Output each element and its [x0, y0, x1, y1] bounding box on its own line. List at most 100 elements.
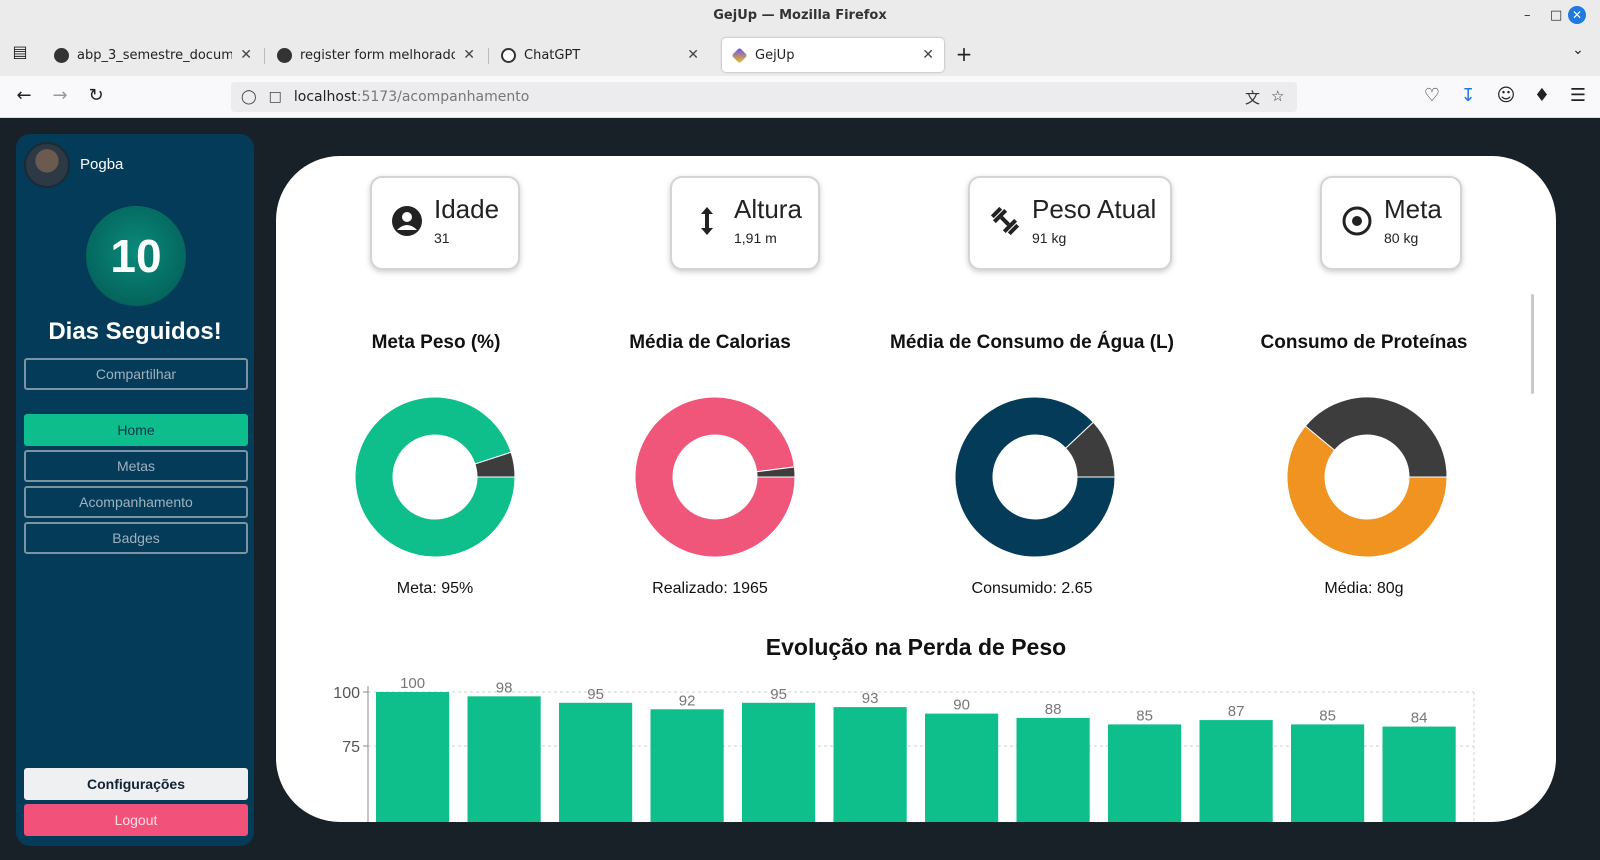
bar[interactable]: [742, 702, 816, 822]
bar-value-label: 93: [862, 690, 879, 707]
tab-list-icon[interactable]: ▤: [8, 42, 32, 61]
settings-button[interactable]: Configurações: [24, 768, 248, 800]
close-tab-icon[interactable]: ✕: [463, 47, 475, 63]
bar[interactable]: [1108, 724, 1182, 822]
height-arrow-icon: [701, 207, 713, 235]
url-bar[interactable]: ◯ □ localhost:5173/acompanhamento 文 ☆: [231, 82, 1297, 112]
gejup-logo-icon: [731, 47, 748, 63]
menu-icon[interactable]: ☰: [1566, 85, 1590, 106]
close-window-icon[interactable]: ✕: [1568, 6, 1586, 24]
bar[interactable]: [650, 709, 724, 822]
info-label: Meta: [1384, 194, 1442, 224]
username: Pogba: [80, 156, 124, 173]
tab-label: register form melhorado · c: [300, 47, 456, 63]
info-value: 91 kg: [1032, 230, 1067, 246]
donut-chart-agua[interactable]: [954, 396, 1116, 558]
tab-github-docs[interactable]: abp_3_semestre_document ✕: [44, 38, 262, 72]
nav-metas[interactable]: Metas: [24, 450, 248, 482]
bar[interactable]: [925, 713, 999, 822]
tab-label: ChatGPT: [524, 47, 581, 63]
chatgpt-icon: [501, 47, 516, 63]
bar[interactable]: [559, 702, 633, 822]
account-icon[interactable]: ☺: [1494, 85, 1518, 106]
bar-value-label: 84: [1411, 710, 1428, 727]
user-circle-icon: [392, 206, 422, 236]
github-icon: [54, 47, 69, 63]
scrollbar-thumb[interactable]: [1531, 294, 1534, 394]
url-host: localhost: [293, 89, 357, 105]
dumbbell-icon: [990, 206, 1020, 236]
info-card-peso-atual: Peso Atual 91 kg: [968, 176, 1172, 270]
nav-badges[interactable]: Badges: [24, 522, 248, 554]
streak-counter: 10: [86, 206, 186, 306]
new-tab-icon[interactable]: +: [952, 42, 976, 66]
info-value: 31: [434, 230, 450, 246]
bar[interactable]: [467, 696, 541, 822]
navigation-toolbar: ← → ↻ ◯ □ localhost:5173/acompanhamento …: [0, 76, 1600, 118]
donut-title-proteinas: Consumo de Proteínas: [1260, 332, 1468, 353]
bar-value-label: 85: [1136, 707, 1153, 724]
donut-chart-meta-peso[interactable]: [354, 396, 516, 558]
bar[interactable]: [376, 692, 450, 822]
minimize-icon[interactable]: –: [1524, 8, 1531, 23]
info-label: Altura: [734, 194, 802, 224]
donut-caption-calorias: Realizado: 1965: [652, 580, 768, 597]
share-button[interactable]: Compartilhar: [24, 358, 248, 390]
bar-value-label: 100: [400, 675, 425, 692]
info-label: Idade: [434, 194, 500, 224]
tab-github-register[interactable]: register form melhorado · c ✕: [267, 38, 485, 72]
bar[interactable]: [1382, 726, 1456, 822]
reload-icon[interactable]: ↻: [84, 85, 108, 106]
nav-home[interactable]: Home: [24, 414, 248, 446]
download-icon[interactable]: ↧: [1456, 85, 1480, 106]
url-text[interactable]: localhost:5173/acompanhamento: [294, 89, 529, 105]
bar-value-label: 85: [1319, 707, 1336, 724]
bar-value-label: 90: [953, 697, 970, 714]
translate-icon[interactable]: 文: [1245, 87, 1260, 108]
info-card-altura: Altura 1,91 m: [670, 176, 820, 270]
info-value: 1,91 m: [734, 230, 777, 246]
bar-value-label: 92: [679, 692, 696, 709]
back-arrow-icon[interactable]: ←: [12, 85, 36, 106]
bookmark-star-icon[interactable]: ☆: [1271, 87, 1284, 105]
donut-title-agua: Média de Consumo de Água (L): [890, 332, 1174, 353]
donut-chart-calorias[interactable]: [634, 396, 796, 558]
tab-chatgpt[interactable]: ChatGPT ✕: [491, 38, 709, 72]
logout-button[interactable]: Logout: [24, 804, 248, 836]
bar[interactable]: [1016, 717, 1090, 822]
extensions-icon[interactable]: ♦: [1530, 85, 1554, 106]
window-titlebar: GejUp — Mozilla Firefox – □ ✕: [0, 0, 1600, 34]
bar-value-label: 88: [1045, 701, 1062, 718]
bar-value-label: 95: [587, 686, 604, 703]
target-icon: [1342, 206, 1372, 236]
bar-value-label: 95: [770, 686, 787, 703]
nav-acompanhamento[interactable]: Acompanhamento: [24, 486, 248, 518]
close-tab-icon[interactable]: ✕: [687, 47, 699, 63]
donut-caption-proteinas: Média: 80g: [1324, 580, 1404, 597]
avatar[interactable]: [24, 142, 70, 188]
tab-label: GejUp: [755, 47, 795, 63]
shield-icon[interactable]: ◯: [241, 89, 257, 105]
close-tab-icon[interactable]: ✕: [240, 47, 252, 63]
y-tick-label: 100: [333, 685, 360, 702]
bar-value-label: 87: [1228, 703, 1245, 720]
window-title: GejUp — Mozilla Firefox: [713, 8, 887, 23]
tab-gejup[interactable]: GejUp ✕: [722, 38, 944, 72]
pocket-icon[interactable]: ♡: [1420, 85, 1444, 106]
donut-chart-proteinas[interactable]: [1286, 396, 1448, 558]
bar[interactable]: [833, 707, 907, 822]
forward-arrow-icon[interactable]: →: [48, 85, 72, 106]
page-icon: □: [268, 89, 282, 105]
bar[interactable]: [1291, 724, 1365, 822]
bar[interactable]: [1199, 720, 1273, 822]
sidebar: Pogba 10 Dias Seguidos! Compartilhar Hom…: [16, 134, 254, 846]
close-tab-icon[interactable]: ✕: [922, 47, 934, 63]
chevron-down-icon[interactable]: ⌄: [1566, 42, 1590, 58]
github-icon: [277, 47, 292, 63]
tab-separator: [488, 48, 489, 64]
donut-caption-agua: Consumido: 2.65: [971, 580, 1093, 597]
weight-loss-bar-chart[interactable]: 75 100 100 98 95 92 95 93 90 88 85 87 85 84: [326, 674, 1486, 822]
tab-label: abp_3_semestre_document: [77, 47, 233, 63]
info-card-idade: Idade 31: [370, 176, 520, 270]
maximize-icon[interactable]: □: [1550, 8, 1562, 23]
